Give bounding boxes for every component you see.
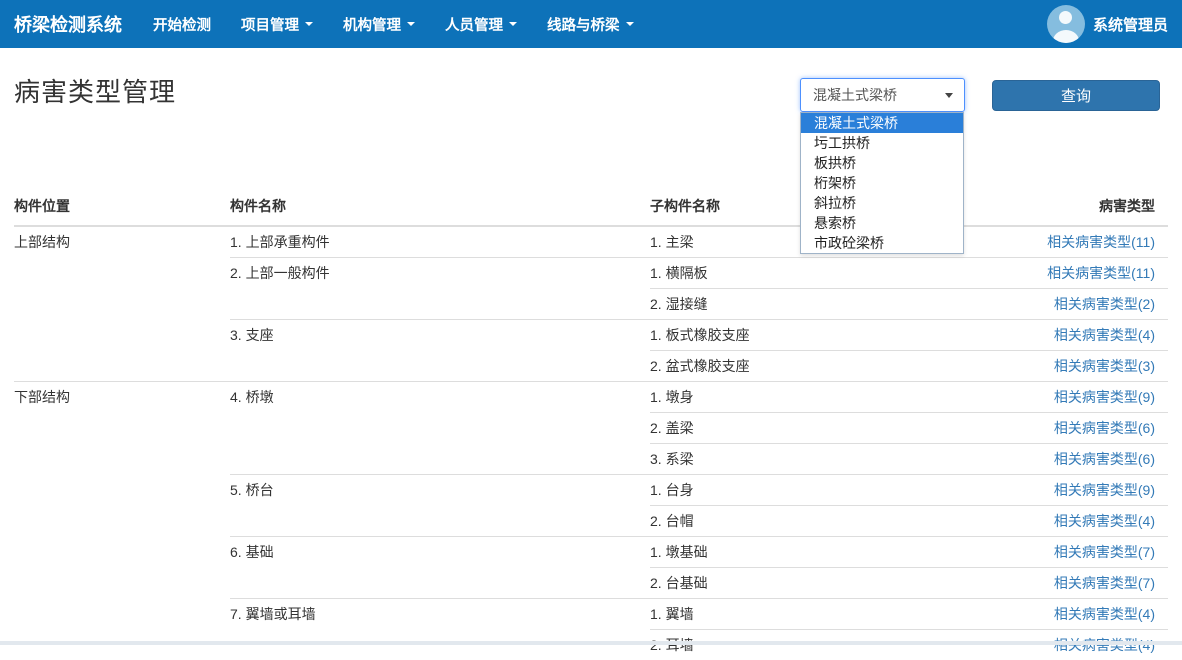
dropdown-option-concrete-beam-bridge[interactable]: 混凝土式梁桥 — [801, 113, 963, 133]
nav-item-label: 项目管理 — [241, 14, 299, 35]
select-value: 混凝土式梁桥 — [813, 85, 897, 105]
page-title: 病害类型管理 — [14, 72, 176, 109]
dropdown-option-truss-bridge[interactable]: 桁架桥 — [801, 173, 963, 193]
user-name: 系统管理员 — [1093, 14, 1168, 35]
nav-item-project-management[interactable]: 项目管理 — [226, 14, 328, 35]
cell-component: 6. 基础 — [230, 537, 650, 599]
chevron-down-icon — [407, 22, 415, 26]
navbar: 桥梁检测系统 开始检测 项目管理 机构管理 人员管理 线路与桥梁 系统管理员 — [0, 0, 1182, 48]
chevron-down-icon — [305, 22, 313, 26]
related-disease-link[interactable]: 相关病害类型(9) — [1054, 482, 1155, 498]
user-avatar-icon — [1047, 5, 1085, 43]
related-disease-link[interactable]: 相关病害类型(4) — [1054, 637, 1155, 653]
related-disease-link[interactable]: 相关病害类型(4) — [1054, 513, 1155, 529]
dropdown-option-municipal-concrete-bridge[interactable]: 市政砼梁桥 — [801, 233, 963, 253]
cell-subcomponent: 2. 湿接缝 — [650, 289, 970, 320]
nav-item-label: 开始检测 — [153, 14, 211, 35]
related-disease-link[interactable]: 相关病害类型(6) — [1054, 451, 1155, 467]
select-caret-icon — [945, 93, 953, 98]
cell-component: 5. 桥台 — [230, 475, 650, 537]
related-disease-link[interactable]: 相关病害类型(3) — [1054, 358, 1155, 374]
dropdown-option-cable-stayed-bridge[interactable]: 斜拉桥 — [801, 193, 963, 213]
bridge-type-dropdown: 混凝土式梁桥 圬工拱桥 板拱桥 桁架桥 斜拉桥 悬索桥 市政砼梁桥 — [800, 112, 964, 254]
cell-subcomponent: 2. 台基础 — [650, 568, 970, 599]
cell-position: 下部结构 — [14, 382, 230, 660]
user-menu[interactable]: 系统管理员 — [1047, 0, 1168, 48]
cell-component: 7. 翼墙或耳墙 — [230, 599, 650, 660]
horizontal-scrollbar-track[interactable] — [0, 641, 1182, 645]
cell-subcomponent: 1. 横隔板 — [650, 258, 970, 289]
table-row: 下部结构 4. 桥墩 1. 墩身 相关病害类型(9) — [14, 382, 1168, 413]
chevron-down-icon — [509, 22, 517, 26]
related-disease-link[interactable]: 相关病害类型(9) — [1054, 389, 1155, 405]
related-disease-link[interactable]: 相关病害类型(6) — [1054, 420, 1155, 436]
cell-subcomponent: 1. 板式橡胶支座 — [650, 320, 970, 351]
cell-component: 2. 上部一般构件 — [230, 258, 650, 320]
nav-item-routes-and-bridges[interactable]: 线路与桥梁 — [532, 14, 649, 35]
disease-type-table: 构件位置 构件名称 子构件名称 病害类型 上部结构 1. 上部承重构件 1. 主… — [14, 188, 1168, 660]
table-row: 上部结构 1. 上部承重构件 1. 主梁 相关病害类型(11) — [14, 226, 1168, 258]
cell-subcomponent: 1. 墩基础 — [650, 537, 970, 568]
cell-subcomponent: 1. 墩身 — [650, 382, 970, 413]
query-button[interactable]: 查询 — [992, 80, 1160, 111]
cell-component: 3. 支座 — [230, 320, 650, 382]
chevron-down-icon — [626, 22, 634, 26]
cell-subcomponent: 3. 系梁 — [650, 444, 970, 475]
nav-item-label: 线路与桥梁 — [547, 14, 620, 35]
bridge-type-select[interactable]: 混凝土式梁桥 — [800, 78, 965, 112]
dropdown-option-masonry-arch-bridge[interactable]: 圬工拱桥 — [801, 133, 963, 153]
related-disease-link[interactable]: 相关病害类型(7) — [1054, 575, 1155, 591]
cell-subcomponent: 2. 盖梁 — [650, 413, 970, 444]
nav-item-organization-management[interactable]: 机构管理 — [328, 14, 430, 35]
cell-subcomponent: 2. 台帽 — [650, 506, 970, 537]
related-disease-link[interactable]: 相关病害类型(4) — [1054, 606, 1155, 622]
header-component-position: 构件位置 — [14, 188, 230, 226]
related-disease-link[interactable]: 相关病害类型(11) — [1047, 234, 1155, 250]
dropdown-option-slab-arch-bridge[interactable]: 板拱桥 — [801, 153, 963, 173]
cell-subcomponent: 2. 盆式橡胶支座 — [650, 351, 970, 382]
related-disease-link[interactable]: 相关病害类型(2) — [1054, 296, 1155, 312]
dropdown-option-suspension-bridge[interactable]: 悬索桥 — [801, 213, 963, 233]
main-nav: 开始检测 项目管理 机构管理 人员管理 线路与桥梁 — [138, 0, 649, 48]
nav-item-label: 机构管理 — [343, 14, 401, 35]
header-component-name: 构件名称 — [230, 188, 650, 226]
cell-position: 上部结构 — [14, 226, 230, 382]
nav-item-label: 人员管理 — [445, 14, 503, 35]
nav-item-personnel-management[interactable]: 人员管理 — [430, 14, 532, 35]
app-brand[interactable]: 桥梁检测系统 — [14, 11, 122, 37]
header-disease-type: 病害类型 — [970, 188, 1168, 226]
related-disease-link[interactable]: 相关病害类型(4) — [1054, 327, 1155, 343]
cell-subcomponent: 1. 翼墙 — [650, 599, 970, 630]
nav-item-start-inspection[interactable]: 开始检测 — [138, 14, 226, 35]
cell-component: 1. 上部承重构件 — [230, 226, 650, 258]
related-disease-link[interactable]: 相关病害类型(11) — [1047, 265, 1155, 281]
cell-subcomponent: 1. 台身 — [650, 475, 970, 506]
table-header-row: 构件位置 构件名称 子构件名称 病害类型 — [14, 188, 1168, 226]
cell-component: 4. 桥墩 — [230, 382, 650, 475]
related-disease-link[interactable]: 相关病害类型(7) — [1054, 544, 1155, 560]
